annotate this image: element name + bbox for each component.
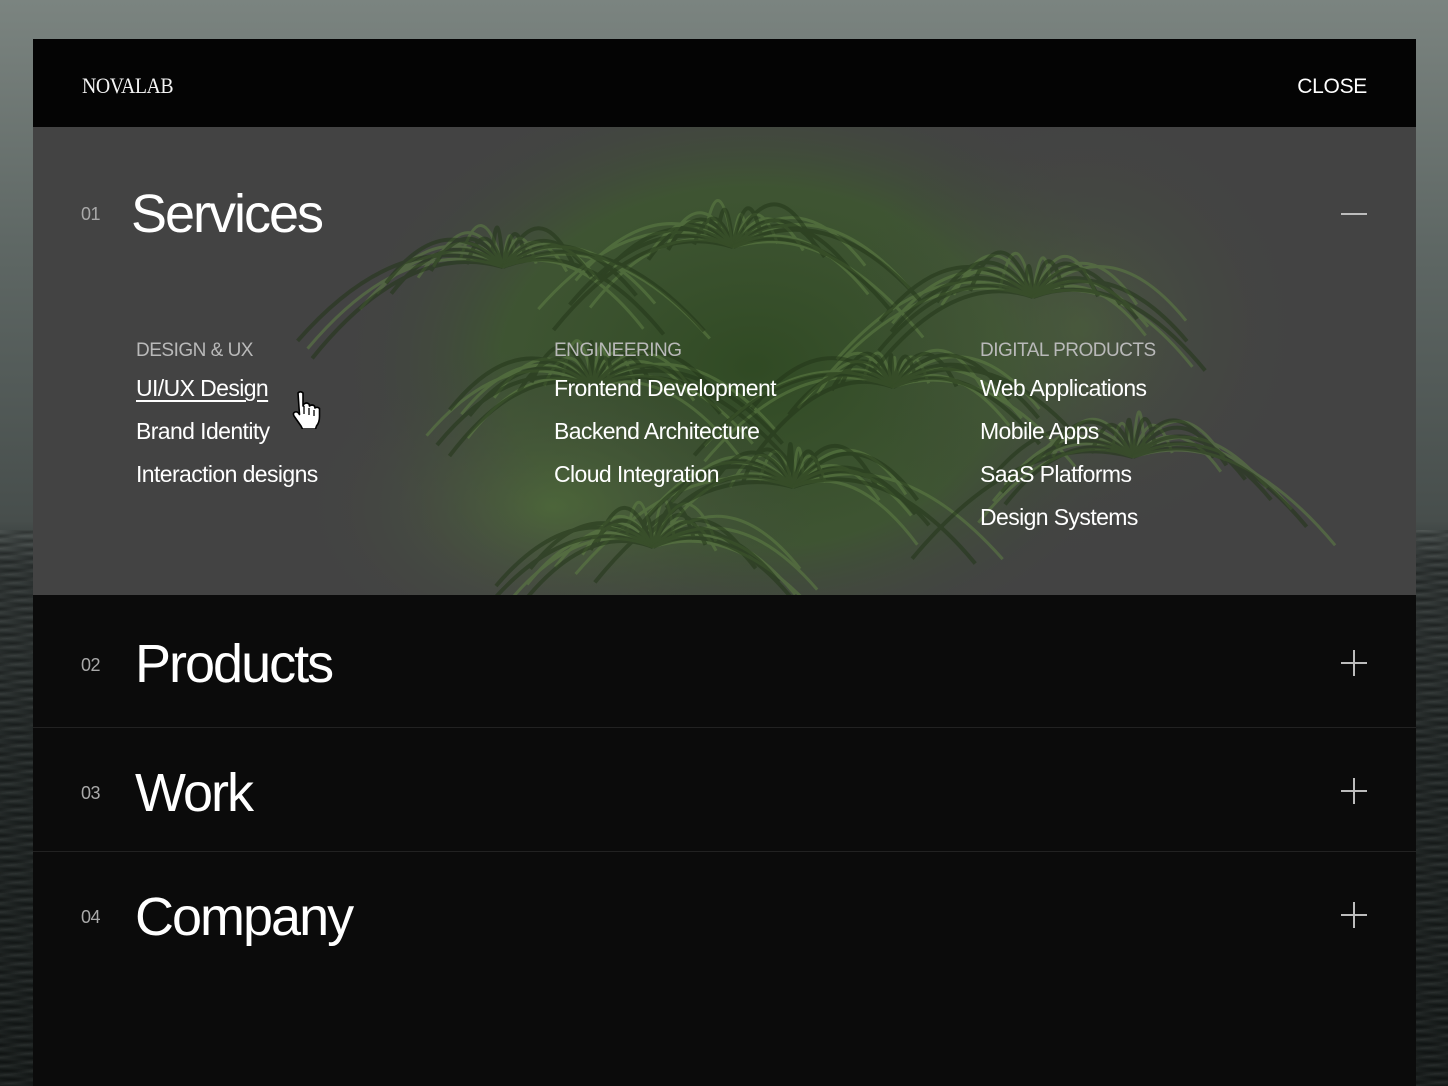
column-engineering: ENGINEERING Frontend Development Backend… xyxy=(554,340,777,487)
menu-overlay: NOVALAB CLOSE 01 Services DESIGN & UX UI… xyxy=(33,39,1416,1086)
top-bar: NOVALAB CLOSE xyxy=(33,39,1416,127)
section-title-products[interactable]: Products xyxy=(135,633,334,695)
section-number: 04 xyxy=(81,907,101,927)
link-cloud-integration[interactable]: Cloud Integration xyxy=(554,462,776,487)
section-number: 02 xyxy=(81,655,101,675)
link-frontend-development[interactable]: Frontend Development xyxy=(554,376,777,401)
column-digital-products: DIGITAL PRODUCTS Web Applications Mobile… xyxy=(980,340,1156,530)
link-backend-architecture[interactable]: Backend Architecture xyxy=(554,419,776,444)
link-web-applications[interactable]: Web Applications xyxy=(980,376,1156,401)
link-design-systems[interactable]: Design Systems xyxy=(980,505,1156,530)
logo[interactable]: NOVALAB xyxy=(82,73,174,99)
section-services: 01 Services DESIGN & UX UI/UX Design Bra… xyxy=(33,127,1416,595)
section-title-work[interactable]: Work xyxy=(135,762,254,824)
close-button[interactable]: CLOSE xyxy=(1297,75,1367,99)
section-company[interactable]: 04 Company xyxy=(33,852,1416,1086)
section-products[interactable]: 02 Products xyxy=(33,595,1416,727)
section-number: 03 xyxy=(81,783,101,803)
section-title-services[interactable]: Services xyxy=(131,183,324,245)
column-heading: ENGINEERING xyxy=(554,340,682,361)
column-heading: DESIGN & UX xyxy=(136,340,253,361)
section-number: 01 xyxy=(81,204,101,224)
minus-icon[interactable] xyxy=(1341,201,1367,227)
plus-icon[interactable] xyxy=(1341,902,1367,928)
plus-icon[interactable] xyxy=(1341,650,1367,676)
section-work[interactable]: 03 Work xyxy=(33,728,1416,851)
plus-icon[interactable] xyxy=(1341,778,1367,804)
column-heading: DIGITAL PRODUCTS xyxy=(980,340,1156,361)
link-mobile-apps[interactable]: Mobile Apps xyxy=(980,419,1156,444)
section-title-company[interactable]: Company xyxy=(135,886,354,948)
link-interaction-designs[interactable]: Interaction designs xyxy=(136,462,318,487)
hand-cursor-icon xyxy=(292,390,321,429)
link-saas-platforms[interactable]: SaaS Platforms xyxy=(980,462,1156,487)
